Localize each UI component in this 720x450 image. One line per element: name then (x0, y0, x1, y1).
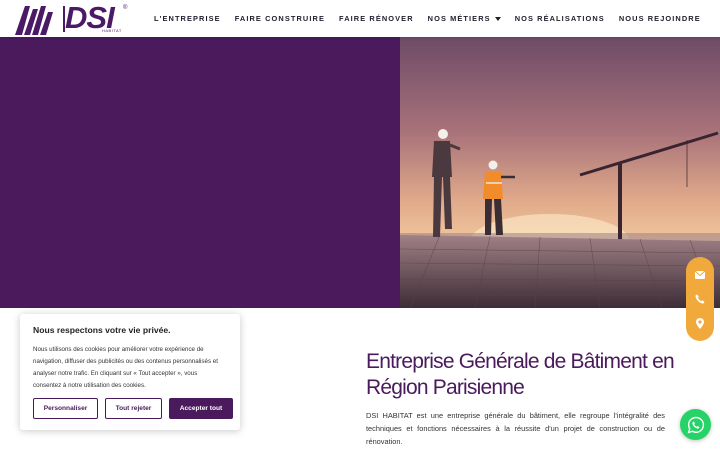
page: DSI ® HABITAT L'ENTREPRISE FAIRE CONSTRU… (0, 0, 720, 450)
cookie-consent-banner: Nous respectons votre vie privée. Nous u… (20, 314, 240, 430)
hero-image (400, 37, 720, 308)
reject-all-button[interactable]: Tout rejeter (105, 398, 162, 419)
hero-color-panel (0, 37, 400, 308)
accept-all-button[interactable]: Accepter tout (169, 398, 233, 419)
cookie-text: Nous utilisons des cookies pour améliore… (33, 346, 218, 389)
logo-registered-mark: ® (123, 5, 128, 11)
logo-subtitle: HABITAT (102, 28, 122, 33)
construction-site-photo (400, 37, 720, 308)
nav-item-nous-rejoindre[interactable]: NOUS REJOINDRE (619, 14, 701, 23)
cookie-actions: Personnaliser Tout rejeter Accepter tout (33, 398, 233, 419)
nav-item-nos-realisations[interactable]: NOS RÉALISATIONS (515, 14, 605, 23)
nav-item-label: NOS RÉALISATIONS (514, 14, 605, 23)
map-pin-icon[interactable] (693, 316, 707, 330)
nav-item-entreprise[interactable]: L'ENTREPRISE (154, 14, 221, 23)
envelope-icon[interactable] (693, 268, 707, 282)
brand-logo[interactable]: DSI ® HABITAT (15, 1, 133, 35)
whatsapp-icon (687, 416, 704, 433)
nav-item-faire-renover[interactable]: FAIRE RÉNOVER (339, 14, 414, 23)
section-heading: Entreprise Générale de Bâtiment en Régio… (366, 350, 675, 399)
phone-icon[interactable] (693, 292, 707, 306)
site-header: DSI ® HABITAT L'ENTREPRISE FAIRE CONSTRU… (0, 0, 720, 37)
customize-button[interactable]: Personnaliser (33, 398, 98, 419)
cookie-title: Nous respectons votre vie privée. (33, 325, 171, 335)
nav-item-label: FAIRE CONSTRUIRE (234, 14, 325, 23)
nav-item-label: NOUS REJOINDRE (618, 14, 701, 23)
whatsapp-button[interactable] (680, 409, 711, 440)
nav-item-label: FAIRE RÉNOVER (338, 14, 414, 23)
chevron-down-icon (494, 16, 501, 21)
logo-mark-icon (15, 6, 53, 35)
nav-item-nos-metiers[interactable]: NOS MÉTIERS (428, 14, 501, 23)
main-nav: L'ENTREPRISE FAIRE CONSTRUIRE FAIRE RÉNO… (154, 0, 715, 37)
nav-item-label: L'ENTREPRISE (154, 14, 221, 23)
nav-item-label: NOS MÉTIERS (427, 14, 491, 23)
section-description: DSI HABITAT est une entreprise générale … (366, 411, 665, 446)
side-contact-bar (686, 257, 714, 341)
nav-item-faire-construire[interactable]: FAIRE CONSTRUIRE (235, 14, 325, 23)
